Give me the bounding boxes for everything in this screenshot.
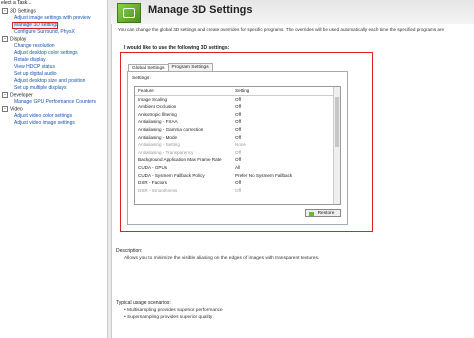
scrollbar-thumb[interactable] xyxy=(335,97,339,147)
tree-item-multiple-displays[interactable]: Set up multiple displays xyxy=(2,85,96,92)
settings-label: Settings: xyxy=(132,76,151,81)
table-row[interactable]: Antialiasing - Mode Off xyxy=(135,134,340,142)
tree-category-developer[interactable]: − Developer xyxy=(2,92,96,99)
settings-grid: Feature Setting Image Scaling Off Ambient … xyxy=(134,86,341,205)
task-tree: −3D Settings Adjust image settings with … xyxy=(2,8,96,127)
feature-cell: CUDA - GPUs xyxy=(138,164,168,170)
restore-button[interactable]: Restore xyxy=(305,209,341,217)
collapse-icon[interactable]: − xyxy=(2,8,8,14)
usage-label: Typical usage scenarios: xyxy=(116,300,171,306)
setting-cell[interactable]: Off xyxy=(235,103,241,111)
table-row[interactable]: DSR - Factors Off xyxy=(135,179,340,187)
table-row[interactable]: Antialiasing - Gamma correction Off xyxy=(135,126,340,134)
description-label: Description: xyxy=(116,248,143,254)
setting-cell[interactable]: Prefer No Sysmem Fallback xyxy=(235,172,292,180)
tree-item-video-color[interactable]: Adjust video color settings xyxy=(2,113,96,120)
feature-cell: Antialiasing - Transparency xyxy=(138,149,194,155)
table-row[interactable]: Antialiasing - FXAA Off xyxy=(135,118,340,126)
usage-item: • Multisampling provides superior perfor… xyxy=(124,308,223,313)
intro-text: You can change the global 3D settings an… xyxy=(118,27,445,32)
setting-cell[interactable]: Off xyxy=(235,179,241,187)
setting-cell[interactable]: Off xyxy=(235,118,241,126)
column-header-setting[interactable]: Setting xyxy=(235,87,249,95)
panel-splitter[interactable] xyxy=(107,0,112,338)
setting-cell[interactable]: Off xyxy=(235,126,241,134)
section-title: I would like to use the following 3D set… xyxy=(124,45,230,51)
feature-cell: Antialiasing - Setting xyxy=(138,142,180,148)
table-row[interactable]: Antialiasing - Transparency Off xyxy=(135,149,340,157)
feature-cell: DSR - Smoothness xyxy=(138,187,178,193)
setting-cell[interactable]: Off xyxy=(235,96,241,104)
feature-cell: Ambient Occlusion xyxy=(138,104,177,110)
3d-settings-icon xyxy=(117,3,141,23)
table-row[interactable]: Antialiasing - Setting None xyxy=(135,141,340,149)
setting-cell[interactable]: Off xyxy=(235,149,241,157)
grid-scrollbar[interactable] xyxy=(333,87,340,204)
feature-cell: Antialiasing - Mode xyxy=(138,134,178,140)
table-row[interactable]: Image Scaling Off xyxy=(135,96,340,104)
tree-item-video-image[interactable]: Adjust video image settings xyxy=(2,120,96,127)
setting-cell[interactable]: Off xyxy=(235,187,241,195)
tree-item-rotate-display[interactable]: Rotate display xyxy=(2,57,96,64)
description-text: Allows you to minimize the visible alias… xyxy=(124,256,320,261)
feature-cell: CUDA - Sysmem Fallback Policy xyxy=(138,172,205,178)
table-row[interactable]: CUDA - GPUs All xyxy=(135,164,340,172)
tree-item-desktop-size[interactable]: Adjust desktop size and position xyxy=(2,78,96,85)
global-settings-panel: Settings: Feature Setting Image Scaling O… xyxy=(127,71,348,225)
usage-list: • Multisampling provides superior perfor… xyxy=(124,307,223,321)
collapse-icon[interactable]: − xyxy=(2,92,8,98)
page-title: Manage 3D Settings xyxy=(148,4,253,16)
tree-item-configure-surround[interactable]: Configure Surround, PhysX xyxy=(2,29,96,36)
feature-cell: Antialiasing - Gamma correction xyxy=(138,126,204,132)
table-row[interactable]: Anisotropic filtering Off xyxy=(135,111,340,119)
tree-item-adjust-image-settings[interactable]: Adjust image settings with preview xyxy=(2,15,96,22)
tree-item-manage-3d-settings[interactable]: Manage 3D settings xyxy=(12,22,59,29)
table-row[interactable]: Ambient Occlusion Off xyxy=(135,103,340,111)
tree-category-display[interactable]: − Display xyxy=(2,36,96,43)
tree-item-gpu-counters[interactable]: Manage GPU Performance Counters xyxy=(2,99,96,106)
page-header: Manage 3D Settings xyxy=(111,0,474,24)
tree-category-video[interactable]: − Video xyxy=(2,106,96,113)
feature-cell: Image Scaling xyxy=(138,96,168,102)
collapse-icon[interactable]: − xyxy=(2,36,8,42)
task-panel: elect a Task... −3D Settings Adjust imag… xyxy=(0,0,105,338)
table-row[interactable]: CUDA - Sysmem Fallback Policy Prefer No S… xyxy=(135,172,340,180)
feature-cell: Anisotropic filtering xyxy=(138,111,177,117)
setting-cell[interactable]: None xyxy=(235,141,246,149)
nvidia-logo-icon xyxy=(309,211,314,216)
setting-cell[interactable]: All xyxy=(235,164,240,172)
usage-item: • Supersampling provides superior qualit… xyxy=(124,315,213,320)
setting-cell[interactable]: Off xyxy=(235,111,241,119)
feature-cell: Antialiasing - FXAA xyxy=(138,119,178,125)
tree-item-change-resolution[interactable]: Change resolution xyxy=(2,43,96,50)
setting-cell[interactable]: Off xyxy=(235,134,241,142)
task-panel-title: elect a Task... xyxy=(1,0,32,6)
setting-cell[interactable]: Off xyxy=(235,156,241,164)
column-header-feature[interactable]: Feature xyxy=(138,87,154,95)
table-row[interactable]: Background Application Max Frame Rate Off xyxy=(135,156,340,164)
feature-cell: Background Application Max Frame Rate xyxy=(138,157,222,163)
tree-item-digital-audio[interactable]: Set up digital audio xyxy=(2,71,96,78)
tree-item-desktop-color[interactable]: Adjust desktop color settings xyxy=(2,50,96,57)
feature-cell: DSR - Factors xyxy=(138,180,168,186)
tree-item-hdcp-status[interactable]: View HDCP status xyxy=(2,64,96,71)
table-row[interactable]: DSR - Smoothness Off xyxy=(135,187,340,195)
tree-category-3d-settings[interactable]: −3D Settings xyxy=(2,8,96,15)
collapse-icon[interactable]: − xyxy=(2,106,8,112)
grid-header: Feature Setting xyxy=(135,87,340,96)
